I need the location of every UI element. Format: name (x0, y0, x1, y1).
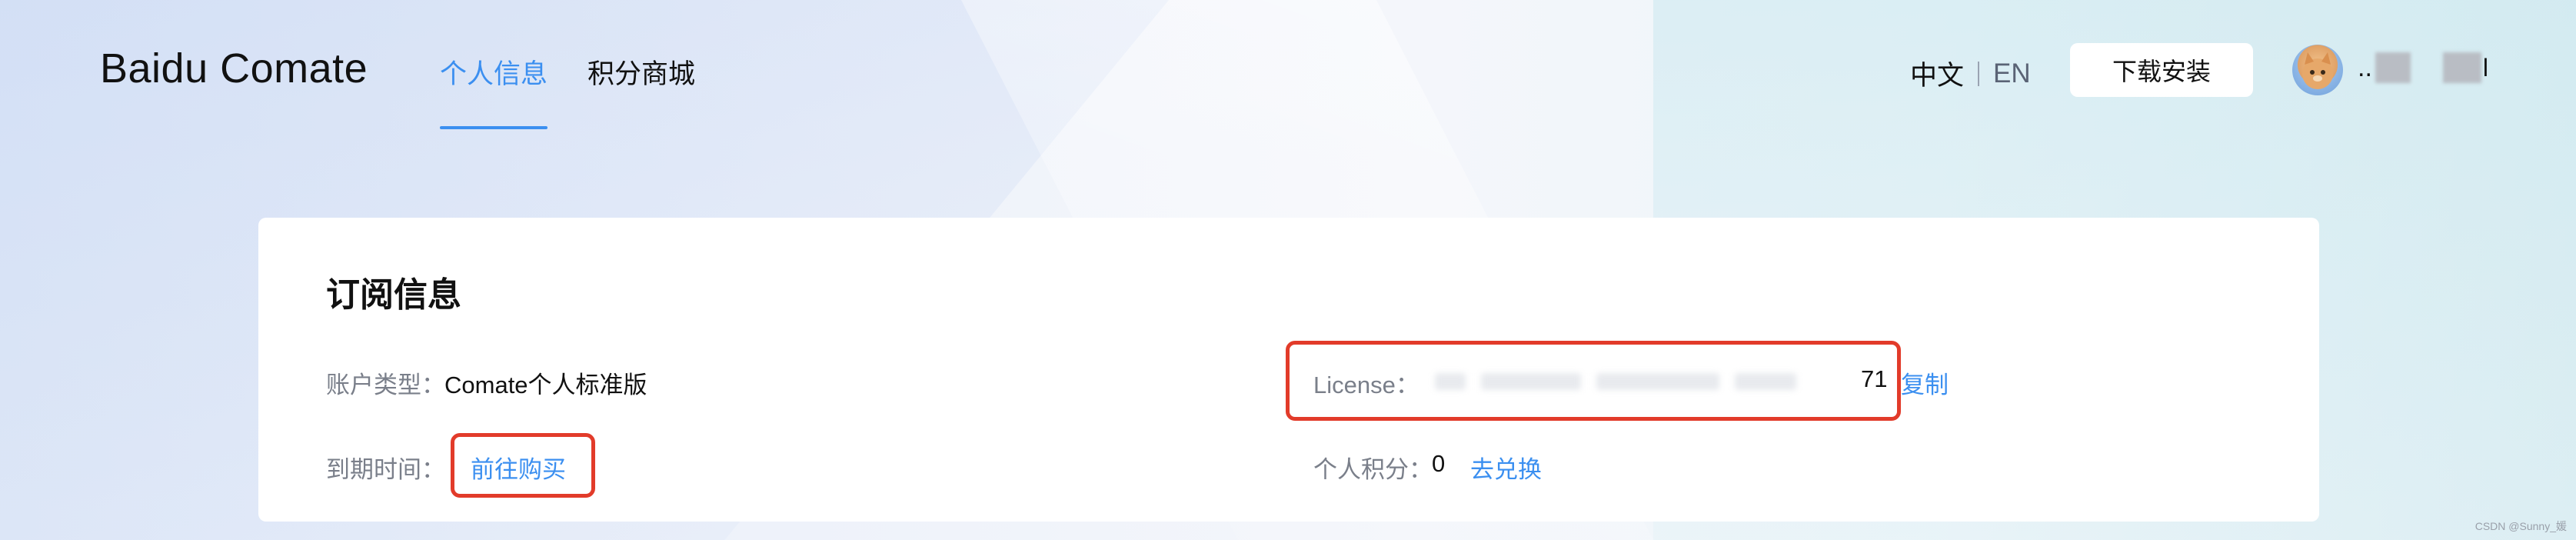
download-install-button[interactable]: 下载安装 (2070, 43, 2253, 97)
license-label: License： (1313, 372, 1419, 398)
username[interactable]: .. l (2358, 49, 2488, 86)
go-purchase-link[interactable]: 前往购买 (471, 450, 566, 485)
redeem-points-link[interactable]: 去兑换 (1470, 450, 1542, 485)
app-logo: Baidu Comate (100, 45, 368, 92)
tab-personal-info[interactable]: 个人信息 (440, 52, 547, 92)
license-redacted (1481, 373, 1581, 390)
tab-points-mall[interactable]: 积分商城 (587, 52, 695, 92)
account-type-value: Comate个人标准版 (444, 372, 647, 398)
license-redacted (1735, 373, 1796, 390)
cat-avatar-icon (2302, 52, 2333, 89)
license-redacted (1435, 373, 1466, 390)
license-value: 71 (1861, 365, 1888, 392)
username-redacted (2375, 52, 2411, 83)
active-tab-indicator (440, 126, 547, 129)
account-type-label: 账户类型： (326, 372, 445, 398)
card-title: 订阅信息 (326, 276, 461, 314)
subscription-card: 订阅信息 账户类型： Comate个人标准版 到期时间： 前往购买 Licens… (258, 218, 2319, 522)
avatar[interactable] (2292, 45, 2343, 95)
lang-separator (1978, 61, 1980, 86)
points-value: 0 (1432, 450, 1446, 477)
copy-license-link[interactable]: 复制 (1901, 365, 1949, 400)
watermark: CSDN @Sunny_媛 (2474, 520, 2567, 532)
lang-zh[interactable]: 中文 (1910, 54, 1964, 93)
username-visible: .. (2358, 52, 2372, 82)
license-redacted (1596, 373, 1719, 390)
username-redacted (2442, 52, 2481, 83)
username-tail: l (2482, 53, 2489, 82)
lang-en[interactable]: EN (1993, 58, 2031, 89)
points-label: 个人积分： (1313, 456, 1433, 483)
language-switcher: 中文 EN (1910, 54, 2031, 93)
expire-time-label: 到期时间： (326, 456, 445, 483)
